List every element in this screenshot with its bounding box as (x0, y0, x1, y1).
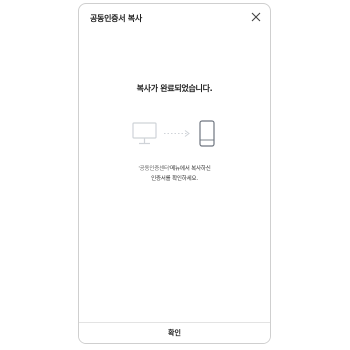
guide-line-1: 메뉴에서 복사하신 (170, 166, 211, 172)
guide-line-2: 인증서를 확인하세요. (151, 176, 198, 182)
guide-text: '공동인증센터'메뉴에서 복사하신 인증서를 확인하세요. (79, 164, 270, 184)
copy-complete-dialog: 공동인증서 복사 복사가 완료되었습니다. '공동인증센터'메뉴에서 복사하신 (78, 3, 271, 344)
dialog-title: 공동인증서 복사 (90, 14, 142, 23)
completion-message: 복사가 완료되었습니다. (136, 84, 213, 93)
dialog-header: 공동인증서 복사 (79, 4, 270, 32)
copy-illustration (132, 120, 215, 147)
confirm-button[interactable]: 확인 (79, 323, 270, 343)
guide-menu-name: '공동인증센터' (138, 166, 171, 172)
arrow-right-icon (164, 130, 190, 137)
smartphone-icon (199, 120, 215, 147)
close-icon (251, 12, 261, 22)
monitor-icon (132, 122, 157, 145)
close-button[interactable] (248, 9, 264, 25)
